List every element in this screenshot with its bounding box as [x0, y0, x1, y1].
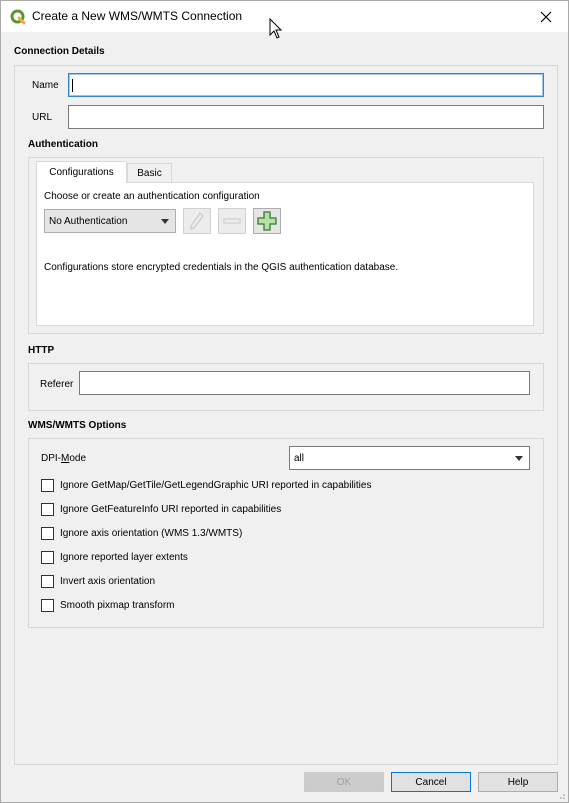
dpi-mode-select[interactable]: all: [289, 446, 530, 470]
close-button[interactable]: [524, 1, 568, 32]
chevron-down-icon: [515, 456, 523, 461]
invert-axis-orientation-label: Invert axis orientation: [60, 576, 156, 587]
add-plus-icon: [257, 211, 277, 231]
referer-input[interactable]: [79, 371, 530, 395]
tab-basic[interactable]: Basic: [127, 163, 172, 183]
ignore-getfeatureinfo-uri-checkbox[interactable]: [41, 503, 54, 516]
auth-info-text: Configurations store encrypted credentia…: [44, 262, 399, 273]
mouse-cursor-icon: [269, 18, 283, 39]
help-button[interactable]: Help: [478, 772, 558, 792]
wms-options-heading: WMS/WMTS Options: [28, 420, 127, 431]
ignore-getfeatureinfo-uri-label: Ignore GetFeatureInfo URI reported in ca…: [60, 504, 282, 515]
edit-config-button[interactable]: [183, 208, 211, 234]
dpi-mode-label: DPI-Mode: [41, 453, 86, 464]
url-label: URL: [32, 112, 53, 123]
tab-basic-label: Basic: [137, 168, 162, 179]
ignore-axis-orientation-checkbox[interactable]: [41, 527, 54, 540]
qgis-logo-icon: [10, 9, 26, 25]
ignore-layer-extents-checkbox[interactable]: [41, 551, 54, 564]
text-caret: [72, 79, 73, 92]
window-title: Create a New WMS/WMTS Connection: [32, 9, 243, 23]
connection-details-heading: Connection Details: [14, 46, 105, 57]
dialog-window: Create a New WMS/WMTS Connection Connect…: [0, 0, 569, 803]
ignore-getmap-uri-label: Ignore GetMap/GetTile/GetLegendGraphic U…: [60, 480, 372, 491]
remove-config-button[interactable]: [218, 208, 246, 234]
invert-axis-orientation-checkbox[interactable]: [41, 575, 54, 588]
choose-config-text: Choose or create an authentication confi…: [44, 191, 260, 202]
http-heading: HTTP: [28, 345, 55, 356]
smooth-pixmap-checkbox[interactable]: [41, 599, 54, 612]
ignore-getmap-uri-checkbox[interactable]: [41, 479, 54, 492]
minus-icon: [223, 218, 241, 224]
ignore-layer-extents-label: Ignore reported layer extents: [60, 552, 188, 563]
close-icon: [540, 11, 552, 22]
ignore-axis-orientation-label: Ignore axis orientation (WMS 1.3/WMTS): [60, 528, 243, 539]
authentication-heading: Authentication: [28, 139, 98, 150]
cancel-button[interactable]: Cancel: [391, 772, 471, 792]
cancel-button-label: Cancel: [415, 776, 447, 788]
url-input[interactable]: [68, 105, 544, 129]
referer-label: Referer: [40, 379, 74, 390]
smooth-pixmap-label: Smooth pixmap transform: [60, 600, 175, 611]
help-button-label: Help: [507, 776, 529, 788]
auth-config-value: No Authentication: [49, 215, 128, 227]
auth-config-select[interactable]: No Authentication: [44, 209, 176, 233]
resize-grip-icon[interactable]: [556, 790, 566, 800]
name-label: Name: [32, 80, 59, 91]
ok-button-label: OK: [336, 776, 352, 788]
chevron-down-icon: [161, 219, 169, 224]
tab-configurations[interactable]: Configurations: [36, 161, 127, 183]
configurations-tab-pane: [36, 182, 534, 326]
dpi-label-post: ode: [69, 453, 87, 464]
title-bar[interactable]: Create a New WMS/WMTS Connection: [1, 1, 568, 32]
tab-configurations-label: Configurations: [49, 167, 114, 178]
name-input[interactable]: [68, 73, 544, 97]
add-config-button[interactable]: [253, 208, 281, 234]
dpi-label-pre: DPI-: [41, 453, 61, 464]
ok-button[interactable]: OK: [304, 772, 384, 792]
pencil-icon: [190, 212, 204, 230]
dpi-mode-value: all: [294, 452, 305, 464]
